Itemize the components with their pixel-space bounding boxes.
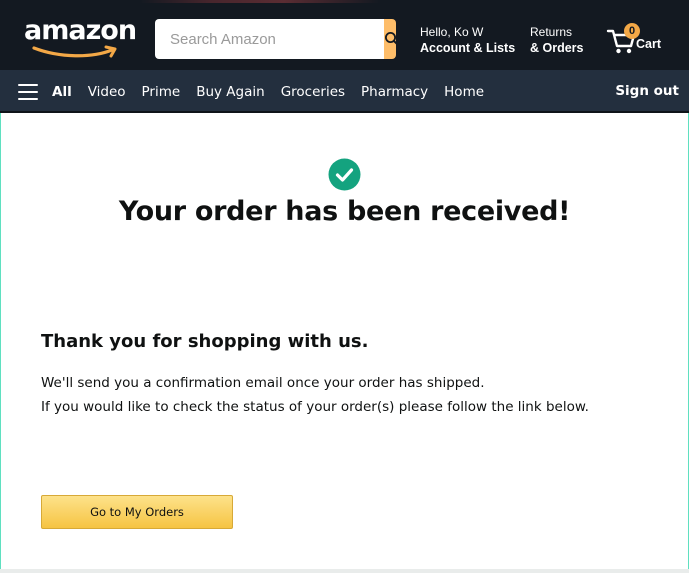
amazon-logo[interactable]: amazon <box>24 14 137 58</box>
message-line-1: We'll send you a confirmation email once… <box>41 375 485 391</box>
orders-label: & Orders <box>530 41 584 55</box>
cart-label: Cart <box>636 37 662 51</box>
confirmation-headline: Your order has been received! <box>118 196 571 227</box>
hamburger-menu-icon[interactable] <box>18 83 38 100</box>
search-button[interactable] <box>384 19 396 59</box>
nav-item-prime[interactable]: Prime <box>142 84 181 100</box>
thank-you-heading: Thank you for shopping with us. <box>41 331 369 352</box>
search-icon <box>385 32 396 45</box>
page-bottom-divider <box>0 569 689 573</box>
nav-item-home[interactable]: Home <box>444 84 484 100</box>
returns-orders-link[interactable]: Returns & Orders <box>530 24 584 56</box>
search-bar <box>155 19 396 59</box>
nav-item-video[interactable]: Video <box>88 84 126 100</box>
account-lists-label: Account & Lists <box>420 41 516 55</box>
logo-text: amazon <box>24 15 137 46</box>
returns-label: Returns <box>530 25 573 39</box>
go-to-my-orders-button[interactable]: Go to My Orders <box>41 495 233 529</box>
confirmation-message: We'll send you a confirmation email once… <box>41 371 589 419</box>
nav-item-pharmacy[interactable]: Pharmacy <box>361 84 428 100</box>
nav-item-groceries[interactable]: Groceries <box>281 84 345 100</box>
nav-item-all[interactable]: All <box>52 84 72 100</box>
message-line-2: If you would like to check the status of… <box>41 399 589 415</box>
cart-button[interactable]: 0 Cart <box>606 22 666 58</box>
top-header: amazon Hello, Ko W Account & Lists Retur… <box>0 0 689 70</box>
sign-out-link[interactable]: Sign out <box>615 70 679 113</box>
search-input[interactable] <box>155 19 384 59</box>
check-circle-icon <box>328 158 361 191</box>
account-greeting: Hello, Ko W <box>420 25 484 39</box>
account-lists-menu[interactable]: Hello, Ko W Account & Lists <box>420 24 515 56</box>
nav-item-buy-again[interactable]: Buy Again <box>196 84 264 100</box>
amazon-smile-icon <box>32 45 117 58</box>
main-nav: All Video Prime Buy Again Groceries Phar… <box>0 70 689 113</box>
